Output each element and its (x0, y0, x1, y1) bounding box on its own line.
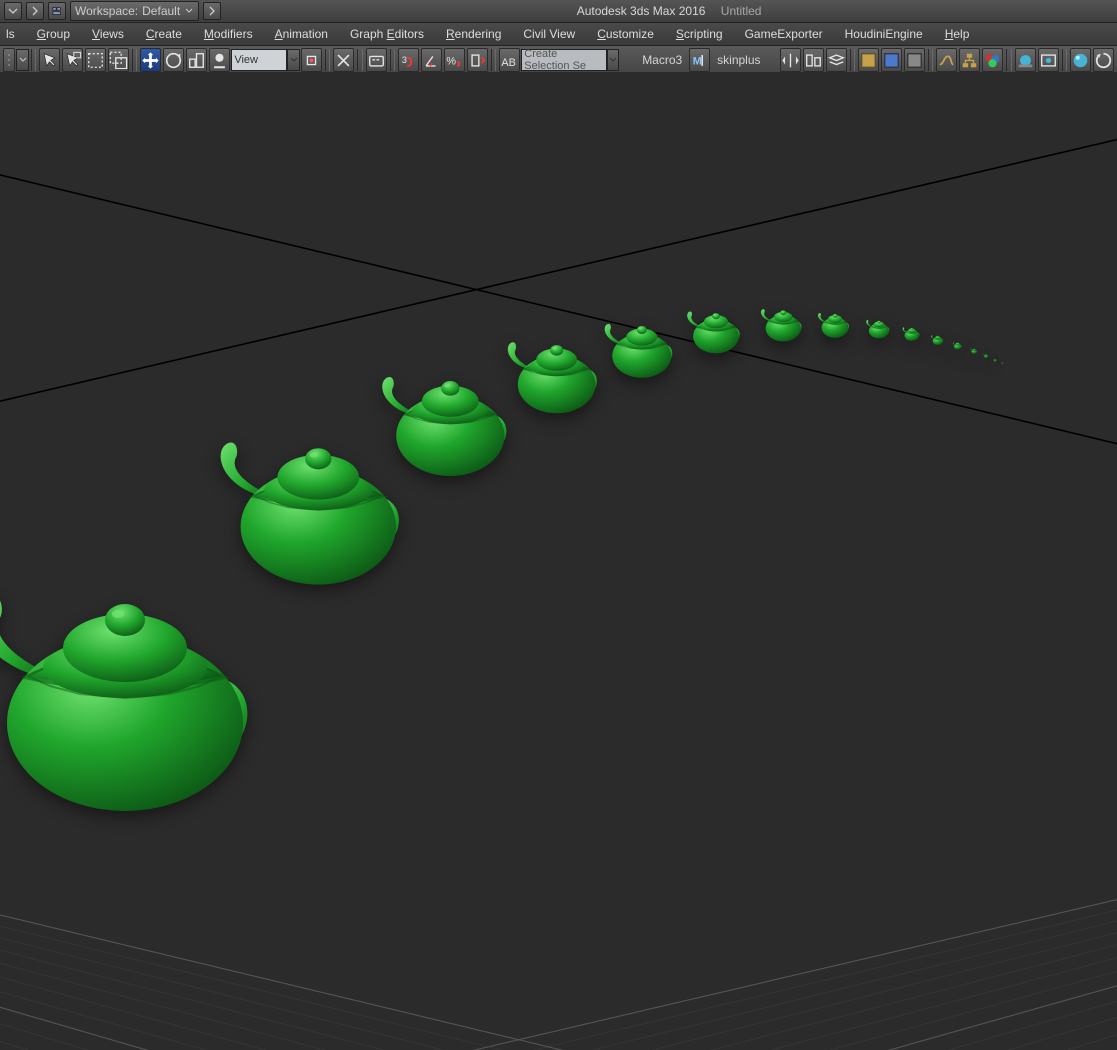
app-menu-button[interactable] (4, 2, 22, 20)
material-editor-button[interactable] (982, 48, 1003, 72)
layers-button[interactable] (826, 48, 847, 72)
toolbar-sep (1006, 49, 1011, 71)
refsys-value: View (234, 54, 258, 66)
render-production-button[interactable] (1070, 48, 1091, 72)
scene-explorer-button[interactable] (858, 48, 879, 72)
title-text-area: Autodesk 3ds Max 2016 Untitled (225, 4, 1113, 18)
percent-snap-button[interactable]: % (444, 48, 465, 72)
render-frame-button[interactable] (1038, 48, 1059, 72)
svg-text:3: 3 (402, 55, 407, 66)
named-selection-set[interactable]: Create Selection Se (521, 49, 606, 71)
menu-modifiers[interactable]: Modifiers (204, 27, 253, 41)
select-object-button[interactable] (39, 48, 60, 72)
macro-label[interactable]: Macro3 (642, 53, 682, 67)
menu-animation[interactable]: Animation (275, 27, 328, 41)
menu-graph[interactable]: Graph Editors (350, 27, 424, 41)
render-iterative-button[interactable] (1093, 48, 1114, 72)
toolbar-sep (928, 49, 933, 71)
menu-customize[interactable]: Customize (597, 27, 654, 41)
qat-chevron[interactable] (26, 2, 44, 20)
menu-gameexp[interactable]: GameExporter (745, 27, 823, 41)
spinner-snap-button[interactable] (467, 48, 488, 72)
toolbar-sep (1062, 49, 1067, 71)
workspace-icon[interactable] (48, 2, 66, 20)
reference-coord-system[interactable]: View (231, 49, 287, 71)
align-button[interactable] (803, 48, 824, 72)
toolbar-sep (132, 49, 137, 71)
layer-explorer-button[interactable] (881, 48, 902, 72)
macroscript-button[interactable]: M (689, 48, 710, 72)
menu-help[interactable]: Help (945, 27, 970, 41)
schematic-view-button[interactable] (959, 48, 980, 72)
edit-named-sel-button[interactable]: AB (499, 48, 520, 72)
viewport-perspective[interactable] (0, 72, 1117, 1050)
svg-text:AB: AB (502, 56, 516, 68)
skinplus-label[interactable]: skinplus (717, 53, 760, 67)
toolbar-sep (491, 49, 496, 71)
document-title: Untitled (721, 4, 762, 18)
angle-snap-button[interactable] (421, 48, 442, 72)
svg-text:%: % (446, 55, 456, 67)
toolbar-sep (390, 49, 395, 71)
menu-bar: ls Group Views Create Modifiers Animation Grap… (0, 23, 1117, 46)
select-name-button[interactable] (62, 48, 83, 72)
selection-set-dropdown[interactable] (607, 49, 619, 71)
toolbar-sep (325, 49, 330, 71)
toolbar-sep (357, 49, 362, 71)
menu-views[interactable]: Views (92, 27, 124, 41)
pivot-center-button[interactable] (301, 48, 322, 72)
menu-civil[interactable]: Civil View (523, 27, 575, 41)
toolbar-dropdown[interactable] (16, 49, 28, 71)
svg-text:M: M (693, 55, 702, 67)
workspace-more-button[interactable] (203, 2, 221, 20)
select-manipulate-button[interactable] (333, 48, 354, 72)
mirror-button[interactable] (780, 48, 801, 72)
menu-tools[interactable]: ls (6, 27, 15, 41)
select-place-button[interactable] (209, 48, 230, 72)
select-move-button[interactable] (140, 48, 161, 72)
workspace-value-text: Default (142, 4, 180, 18)
workspace-selector[interactable]: Workspace: Default (70, 1, 199, 21)
select-region-rect-button[interactable] (85, 48, 106, 72)
workspace-label-text: Workspace: (75, 4, 138, 18)
main-toolbar: View 3 % AB Create Selection Se Macro3 M… (0, 46, 1117, 75)
menu-create[interactable]: Create (146, 27, 182, 41)
menu-houdini[interactable]: HoudiniEngine (845, 27, 923, 41)
selection-set-value: Create Selection Se (524, 48, 603, 72)
toolbar-sep (31, 49, 36, 71)
select-scale-button[interactable] (186, 48, 207, 72)
toolbar-sep (850, 49, 855, 71)
chevron-down-icon (184, 7, 194, 15)
refsys-dropdown[interactable] (287, 49, 299, 71)
crease-explorer-button[interactable] (904, 48, 925, 72)
menu-rendering[interactable]: Rendering (446, 27, 501, 41)
menu-group[interactable]: Group (37, 27, 70, 41)
window-crossing-button[interactable] (108, 48, 129, 72)
app-title: Autodesk 3ds Max 2016 (577, 4, 706, 18)
select-rotate-button[interactable] (163, 48, 184, 72)
menu-scripting[interactable]: Scripting (676, 27, 723, 41)
keyboard-shortcut-button[interactable] (366, 48, 387, 72)
toolbar-grip[interactable] (3, 48, 15, 72)
curve-editor-button[interactable] (936, 48, 957, 72)
title-bar: Workspace: Default Autodesk 3ds Max 2016… (0, 0, 1117, 23)
snap-toggle-button[interactable]: 3 (398, 48, 419, 72)
render-setup-button[interactable] (1015, 48, 1036, 72)
